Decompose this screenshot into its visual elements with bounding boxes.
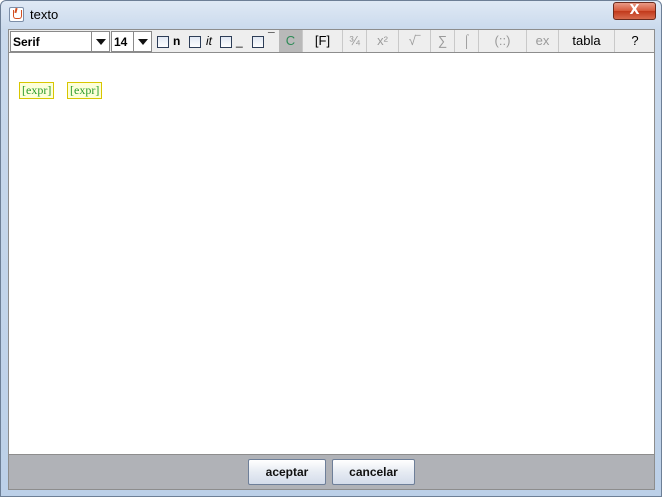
underline-label: _	[236, 34, 243, 48]
matrix-button[interactable]: (::)	[479, 30, 527, 52]
power-button[interactable]: x²	[367, 30, 399, 52]
underline-checkbox[interactable]	[220, 36, 232, 48]
font-family-value: Serif	[13, 35, 40, 49]
ex-button[interactable]: ex	[527, 30, 559, 52]
fraction-button[interactable]: ¾	[343, 30, 367, 52]
bold-checkbox[interactable]	[157, 36, 169, 48]
sqrt-button[interactable]: √‾	[399, 30, 431, 52]
help-button[interactable]: ?	[615, 30, 655, 52]
font-size-value: 14	[114, 35, 128, 49]
table-button[interactable]: tabla	[559, 30, 615, 52]
chevron-down-icon[interactable]	[91, 32, 109, 51]
formula-button[interactable]: [F]	[303, 30, 343, 52]
overline-checkbox[interactable]	[252, 36, 264, 48]
accept-button[interactable]: aceptar	[248, 459, 326, 485]
sum-button[interactable]: ∑	[431, 30, 455, 52]
expression-placeholder[interactable]: [expr]	[19, 82, 55, 99]
chevron-down-icon[interactable]	[133, 32, 151, 51]
font-size-select[interactable]: 14	[111, 31, 152, 52]
color-button[interactable]: C	[279, 30, 303, 52]
overline-label: ¯	[268, 30, 275, 44]
cancel-button[interactable]: cancelar	[332, 459, 415, 485]
text-editor-area[interactable]: [expr] [expr]	[8, 53, 655, 454]
dialog-window: texto X Serif 14 n it _ ¯ C [F] ¾ x² √‾ …	[0, 0, 662, 497]
italic-label: it	[206, 34, 212, 48]
bold-label: n	[173, 34, 181, 48]
font-family-select[interactable]: Serif	[10, 31, 110, 52]
format-toolbar: Serif 14 n it _ ¯ C [F] ¾ x² √‾ ∑ ⌠ (::)…	[8, 29, 655, 53]
java-cup-icon	[9, 7, 24, 22]
window-title: texto	[30, 7, 59, 22]
expression-placeholder[interactable]: [expr]	[67, 82, 103, 99]
title-bar[interactable]: texto X	[1, 1, 661, 28]
italic-checkbox[interactable]	[189, 36, 201, 48]
close-button[interactable]: X	[613, 2, 656, 20]
button-bar: aceptar cancelar	[8, 454, 655, 490]
integral-button[interactable]: ⌠	[455, 30, 479, 52]
